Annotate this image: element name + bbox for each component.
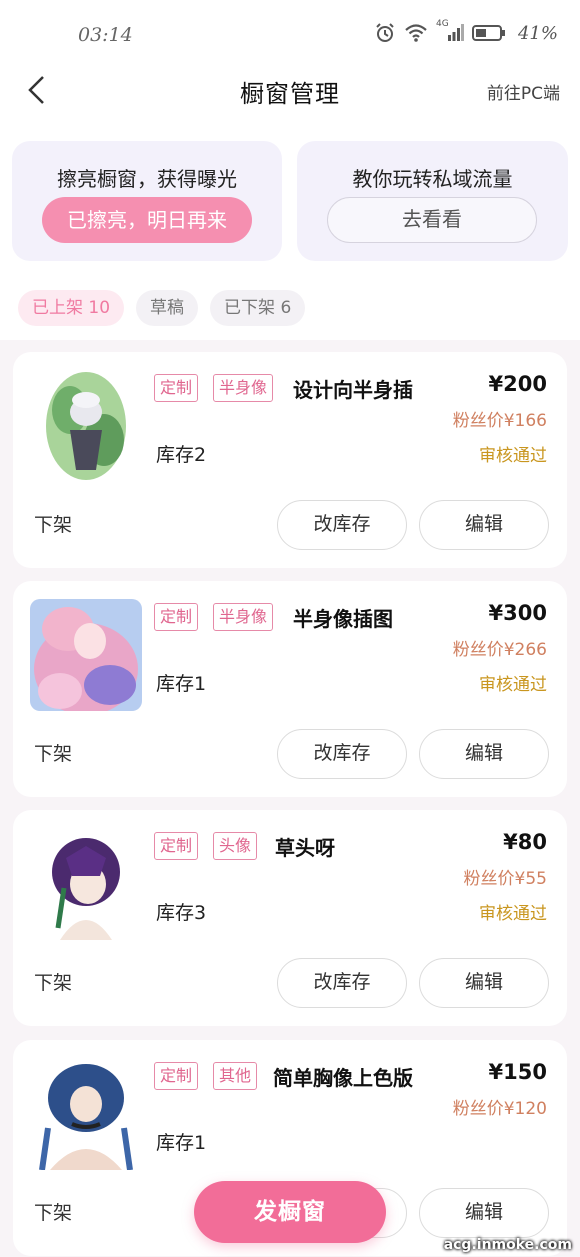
stock-count: 库存2	[156, 444, 207, 466]
fan-price: 粉丝价¥55	[463, 869, 547, 889]
wifi-icon	[404, 23, 428, 43]
item-thumbnail[interactable]	[30, 599, 142, 711]
item-thumbnail[interactable]	[30, 828, 142, 940]
status-time: 03:14	[78, 24, 133, 46]
stock-count: 库存3	[156, 902, 207, 924]
tab-drafts[interactable]: 草稿	[136, 290, 199, 326]
item-thumbnail[interactable]	[30, 370, 142, 482]
item-card: 定制 半身像 半身像插图 ¥300 粉丝价¥266 审核通过 库存1 下架 改库…	[13, 581, 567, 797]
edit-stock-button[interactable]: 改库存	[277, 729, 407, 779]
fan-price: 粉丝价¥166	[452, 411, 547, 431]
item-price: ¥80	[503, 830, 547, 854]
item-title[interactable]: 半身像插图	[293, 603, 393, 632]
item-tag: 其他	[213, 1062, 258, 1090]
item-card: 定制 头像 草头呀 ¥80 粉丝价¥55 审核通过 库存3 下架 改库存 编辑	[13, 810, 567, 1026]
go-see-button[interactable]: 去看看	[327, 197, 537, 243]
filter-tabs: 已上架 10 草稿 已下架 6	[18, 290, 306, 326]
nav-bar: 橱窗管理 前往PC端	[0, 62, 580, 118]
item-title[interactable]: 设计向半身插	[293, 374, 413, 403]
edit-stock-button[interactable]: 改库存	[277, 500, 407, 550]
private-traffic-title: 教你玩转私域流量	[352, 167, 513, 191]
stock-count: 库存1	[156, 673, 207, 695]
delist-button[interactable]: 下架	[34, 1198, 72, 1225]
item-tag: 半身像	[213, 603, 274, 631]
private-traffic-card: 教你玩转私域流量 去看看	[297, 141, 568, 261]
item-card: 定制 半身像 设计向半身插 ¥200 粉丝价¥166 审核通过 库存2 下架 改…	[13, 352, 567, 568]
alarm-icon	[374, 22, 396, 44]
delist-button[interactable]: 下架	[34, 510, 72, 537]
edit-stock-button[interactable]: 改库存	[277, 958, 407, 1008]
item-thumbnail[interactable]	[30, 1058, 142, 1170]
item-price: ¥200	[488, 372, 547, 396]
status-bar: 03:14 4G 41%	[0, 0, 580, 70]
edit-button[interactable]: 编辑	[419, 1188, 549, 1238]
review-status: 审核通过	[479, 904, 547, 924]
polish-window-card: 擦亮橱窗，获得曝光 已擦亮，明日再来	[12, 141, 282, 261]
delist-button[interactable]: 下架	[34, 739, 72, 766]
publish-window-button[interactable]: 发橱窗	[194, 1181, 386, 1243]
fan-price: 粉丝价¥120	[452, 1099, 547, 1119]
fan-price: 粉丝价¥266	[452, 640, 547, 660]
item-tag: 头像	[213, 832, 258, 860]
edit-button[interactable]: 编辑	[419, 500, 549, 550]
item-title[interactable]: 简单胸像上色版	[273, 1062, 413, 1091]
item-price: ¥300	[488, 601, 547, 625]
go-to-pc-link[interactable]: 前往PC端	[487, 79, 560, 104]
item-tag: 定制	[154, 832, 199, 860]
delist-button[interactable]: 下架	[34, 968, 72, 995]
network-type: 4G	[435, 19, 449, 29]
item-tag: 定制	[154, 374, 199, 402]
battery-percent: 41%	[517, 22, 558, 44]
item-tag: 半身像	[213, 374, 274, 402]
stock-count: 库存1	[156, 1132, 207, 1154]
tab-delisted[interactable]: 已下架 6	[210, 290, 306, 326]
item-tag: 定制	[154, 1062, 199, 1090]
watermark: acg.inmoke.com	[443, 1237, 572, 1253]
edit-button[interactable]: 编辑	[419, 958, 549, 1008]
battery-icon	[471, 23, 506, 43]
review-status: 审核通过	[479, 446, 547, 466]
polish-window-title: 擦亮橱窗，获得曝光	[57, 167, 237, 191]
item-price: ¥150	[488, 1060, 547, 1084]
tab-listed[interactable]: 已上架 10	[18, 290, 125, 326]
signal-icon: 4G	[436, 19, 464, 43]
status-icons: 4G 41%	[374, 19, 558, 44]
review-status: 审核通过	[479, 675, 547, 695]
polished-button[interactable]: 已擦亮，明日再来	[42, 197, 252, 243]
item-tag: 定制	[154, 603, 199, 631]
edit-button[interactable]: 编辑	[419, 729, 549, 779]
item-title[interactable]: 草头呀	[275, 832, 335, 861]
